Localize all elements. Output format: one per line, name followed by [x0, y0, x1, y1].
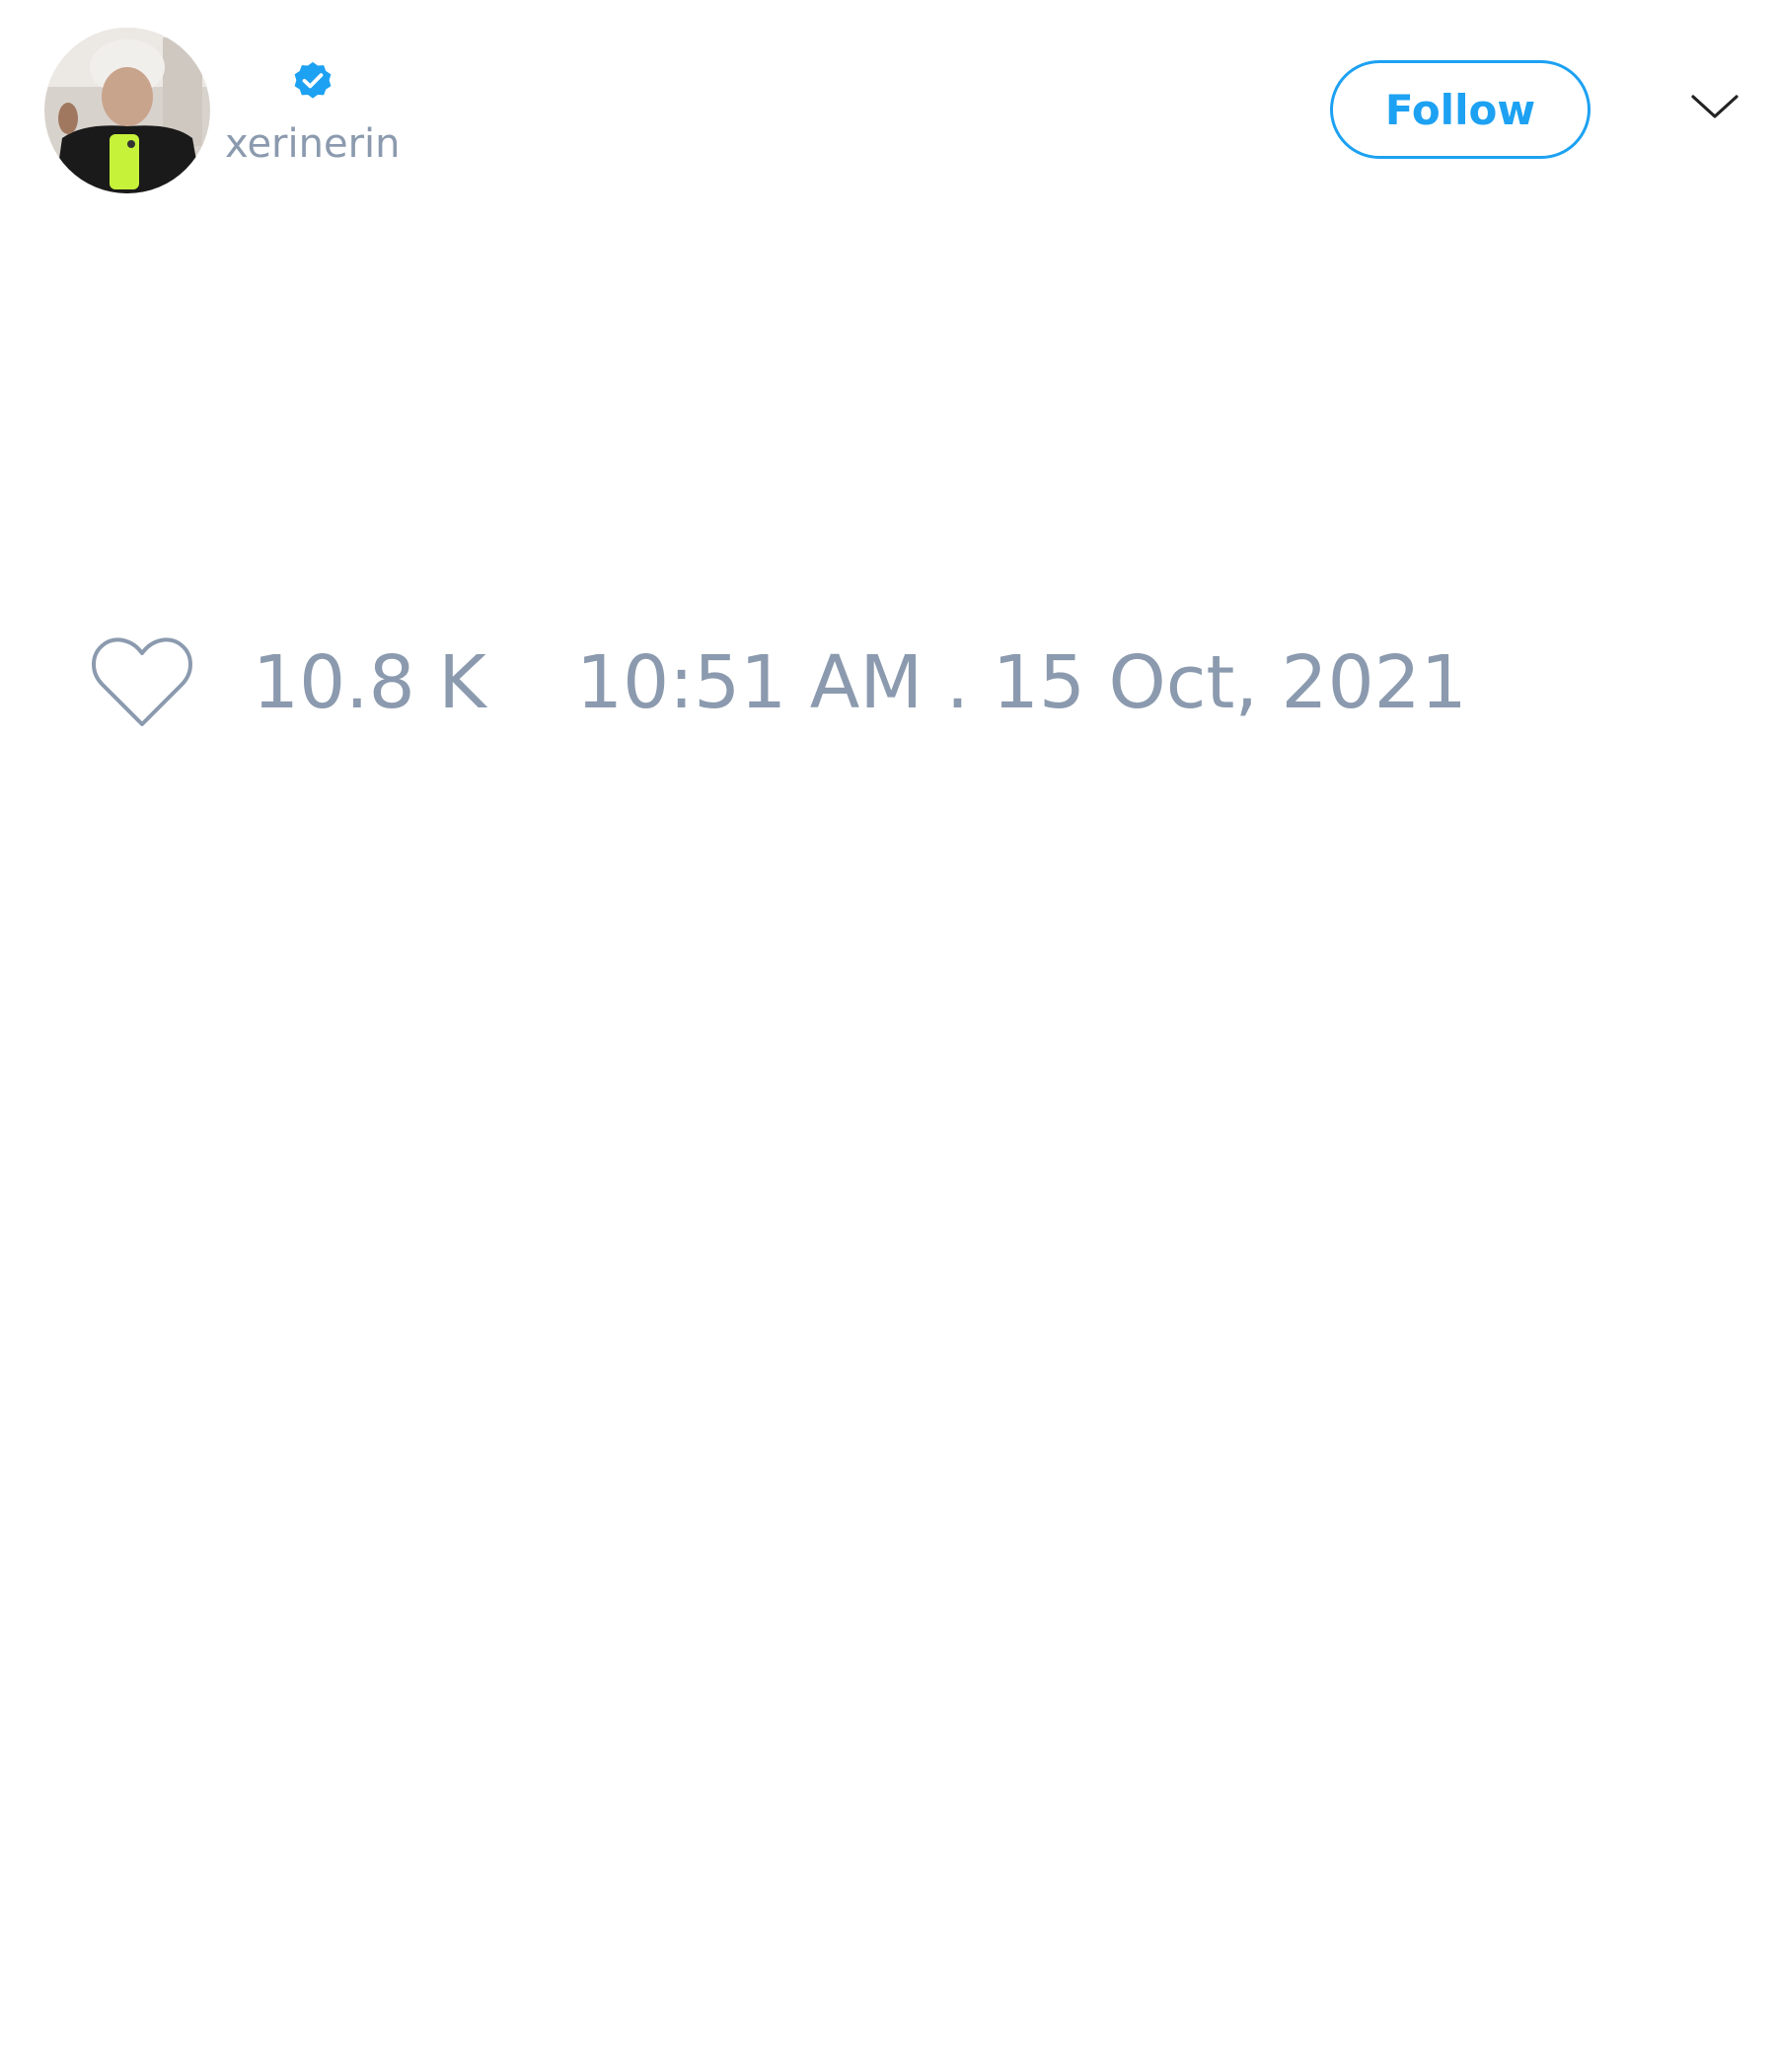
- tweet-footer: 10.8 K 10:51 AM . 15 Oct, 2021: [0, 631, 1776, 740]
- avatar-photo: [44, 28, 210, 193]
- chevron-down-icon[interactable]: [1689, 89, 1740, 124]
- like-count: 10.8 K: [253, 640, 486, 725]
- avatar[interactable]: [44, 28, 210, 193]
- tweet-timestamp[interactable]: 10:51 AM . 15 Oct, 2021: [576, 642, 1467, 723]
- tweet-header: xerinerin Follow: [0, 0, 1776, 197]
- verified-badge-icon: [294, 61, 332, 99]
- follow-button[interactable]: Follow: [1330, 60, 1591, 159]
- author-handle[interactable]: xerinerin: [225, 124, 400, 164]
- heart-outline-icon[interactable]: [89, 635, 195, 730]
